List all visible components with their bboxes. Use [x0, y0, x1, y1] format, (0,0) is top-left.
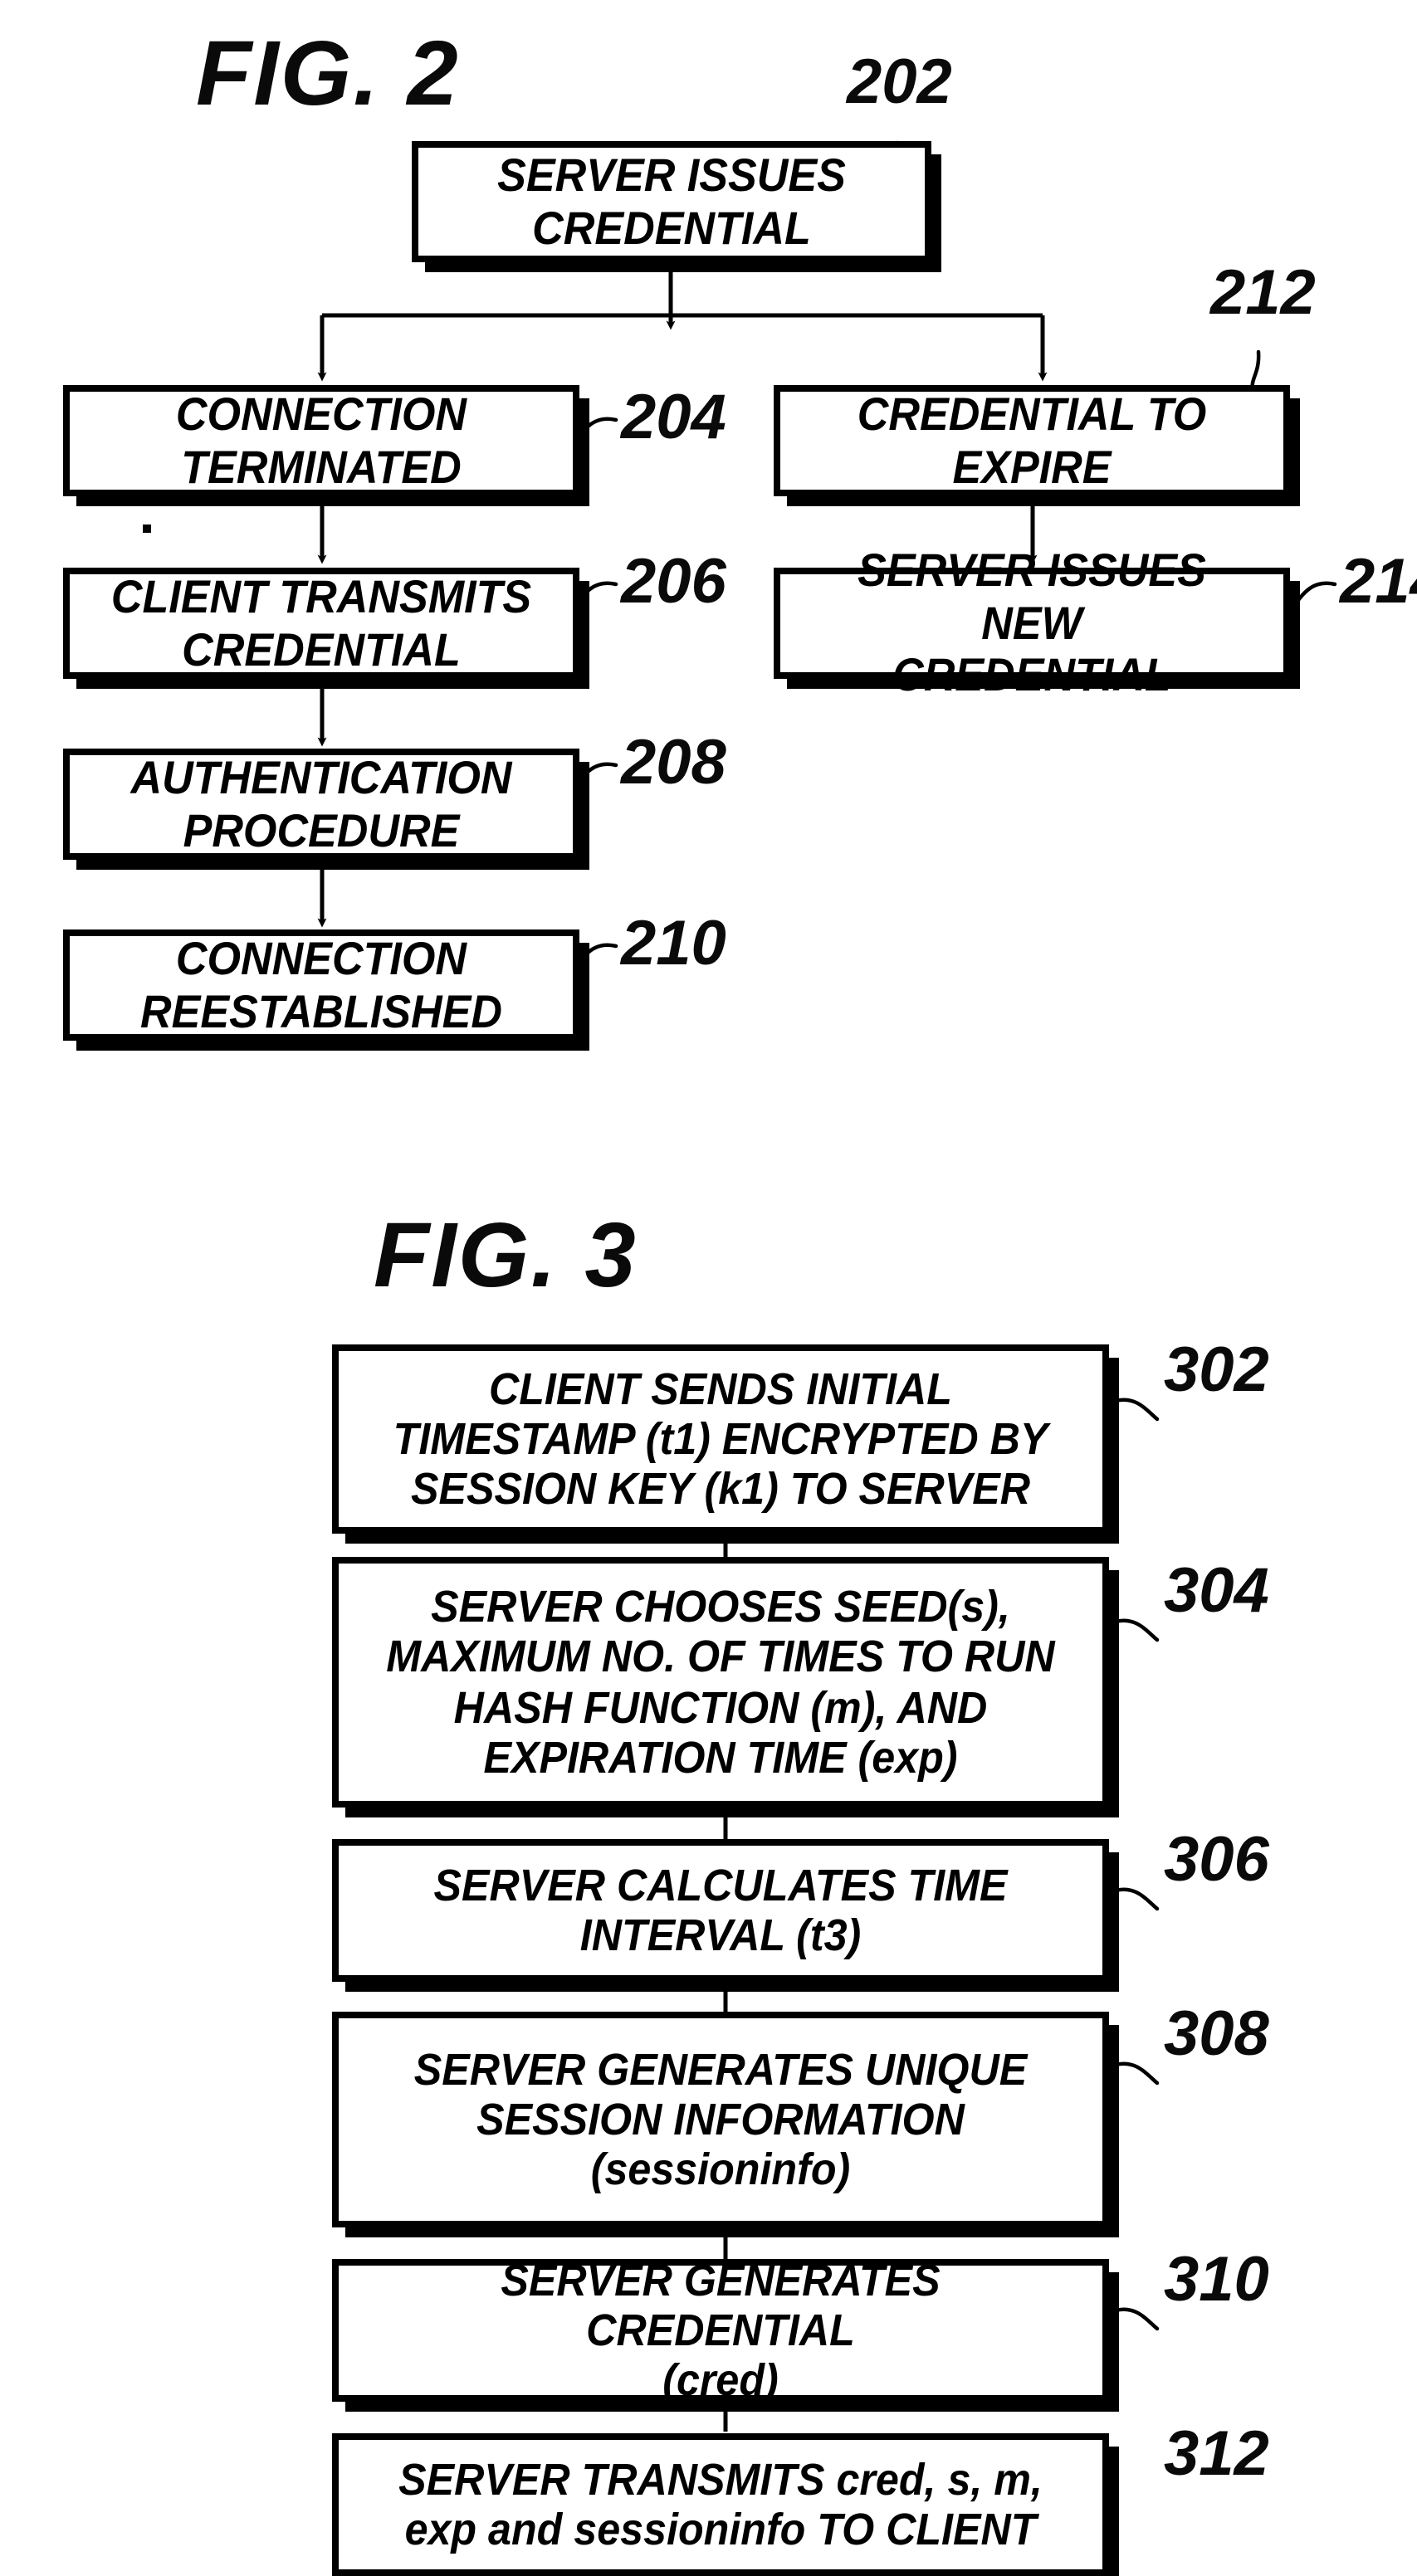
process-box-214: SERVER ISSUES NEW CREDENTIAL [774, 545, 1290, 700]
process-box-312-label: SERVER TRANSMITS cred, s, m, exp and ses… [398, 2454, 1043, 2554]
reference-numeral-310: 310 [1164, 2246, 1269, 2315]
process-box-308: SERVER GENERATES UNIQUE SESSION INFORMAT… [332, 2012, 1109, 2227]
reference-numeral-210: 210 [621, 910, 726, 979]
reference-numeral-306: 306 [1164, 1826, 1269, 1895]
reference-numeral-212: 212 [1210, 259, 1316, 329]
reference-numeral-202: 202 [847, 48, 952, 118]
process-box-210-label: CONNECTION REESTABLISHED [140, 933, 502, 1037]
process-box-306-label: SERVER CALCULATES TIME INTERVAL (t3) [433, 1860, 1008, 1960]
process-box-210: CONNECTION REESTABLISHED [63, 929, 579, 1041]
process-box-304: SERVER CHOOSES SEED(s), MAXIMUM NO. OF T… [332, 1557, 1109, 1808]
reference-numeral-204: 204 [621, 383, 726, 453]
process-box-206-label: CLIENT TRANSMITS CREDENTIAL [110, 571, 532, 675]
process-box-206: CLIENT TRANSMITS CREDENTIAL [63, 568, 579, 679]
reference-numeral-206: 206 [621, 548, 726, 617]
figure-caption-fig3: FIG. 3 [374, 1203, 638, 1306]
reference-numeral-214: 214 [1340, 548, 1417, 617]
reference-numeral-208: 208 [621, 729, 726, 798]
scan-artifact-speck [143, 524, 151, 533]
process-box-202: SERVER ISSUES CREDENTIAL [412, 141, 931, 262]
process-box-308-label: SERVER GENERATES UNIQUE SESSION INFORMAT… [413, 2044, 1028, 2195]
process-box-310-label: SERVER GENERATES CREDENTIAL (cred) [501, 2255, 941, 2406]
process-box-302-label: CLIENT SENDS INITIAL TIMESTAMP (t1) ENCR… [393, 1364, 1048, 1515]
patent-drawing-sheet: FIG. 2 SERVER ISSUES CREDENTIAL 202 CONN… [0, 0, 1417, 2576]
process-box-310: SERVER GENERATES CREDENTIAL (cred) [332, 2255, 1109, 2405]
process-box-214-label: SERVER ISSUES NEW CREDENTIAL [858, 544, 1206, 701]
process-box-302: CLIENT SENDS INITIAL TIMESTAMP (t1) ENCR… [332, 1344, 1109, 1534]
process-box-208: AUTHENTICATION PROCEDURE [63, 749, 579, 860]
process-box-204-label: CONNECTION TERMINATED [175, 388, 467, 492]
process-box-212-label: CREDENTIAL TO EXPIRE [857, 388, 1207, 492]
figure-caption-fig2: FIG. 2 [196, 22, 460, 124]
process-box-208-label: AUTHENTICATION PROCEDURE [130, 752, 512, 856]
reference-numeral-302: 302 [1164, 1336, 1269, 1406]
reference-numeral-304: 304 [1164, 1557, 1269, 1627]
process-box-204: CONNECTION TERMINATED [63, 385, 579, 496]
process-box-202-label: SERVER ISSUES CREDENTIAL [497, 149, 846, 253]
process-box-212: CREDENTIAL TO EXPIRE [774, 385, 1290, 496]
process-box-312: SERVER TRANSMITS cred, s, m, exp and ses… [332, 2433, 1109, 2576]
reference-numeral-308: 308 [1164, 2000, 1269, 2070]
process-box-304-label: SERVER CHOOSES SEED(s), MAXIMUM NO. OF T… [386, 1582, 1055, 1783]
process-box-306: SERVER CALCULATES TIME INTERVAL (t3) [332, 1839, 1109, 1982]
